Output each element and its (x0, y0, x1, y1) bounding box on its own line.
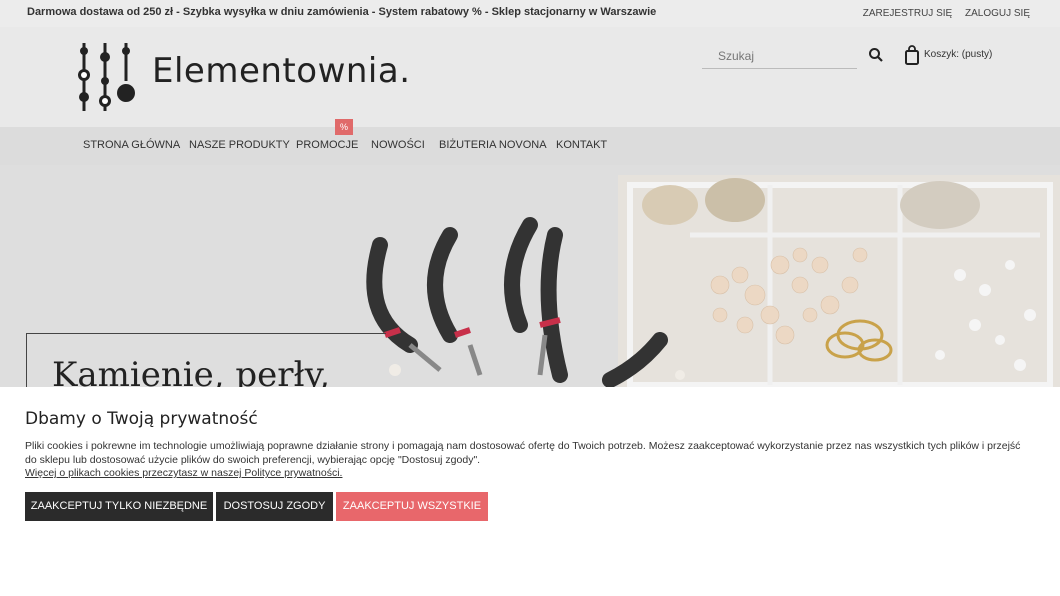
promo-badge: % (335, 119, 353, 135)
accept-all-button[interactable]: ZAAKCEPTUJ WSZYSTKIE (336, 492, 488, 521)
cookie-description: Pliki cookies i pokrewne im technologie … (25, 440, 1021, 466)
logo-beads-icon (78, 43, 135, 111)
nav-item-promotions[interactable]: PROMOCJE (296, 139, 358, 151)
promo-text: Darmowa dostawa od 250 zł - Szybka wysył… (27, 6, 657, 18)
hero-heading: Kamienie, perły, (52, 355, 331, 387)
logo-text: Elementownia. (152, 51, 411, 91)
search-box (702, 43, 887, 69)
shopping-bag-icon (905, 45, 919, 65)
nav-item-products[interactable]: NASZE PRODUKTY (189, 139, 290, 151)
cookie-consent-panel: Dbamy o Twoją prywatność Pliki cookies i… (0, 387, 1060, 596)
customize-consent-button[interactable]: DOSTOSUJ ZGODY (216, 492, 333, 521)
hero-banner[interactable]: Kamienie, perły, (0, 165, 1060, 387)
accept-necessary-button[interactable]: ZAAKCEPTUJ TYLKO NIEZBĘDNE (25, 492, 213, 521)
nav-item-novona[interactable]: BIŻUTERIA NOVONA (439, 139, 547, 151)
cookie-title: Dbamy o Twoją prywatność (25, 409, 258, 429)
nav-item-contact[interactable]: KONTAKT (556, 139, 607, 151)
search-icon[interactable] (868, 47, 884, 63)
search-input[interactable] (702, 43, 857, 69)
top-bar: Darmowa dostawa od 250 zł - Szybka wysył… (0, 0, 1060, 27)
account-links: ZAREJESTRUJ SIĘ ZALOGUJ SIĘ (853, 8, 1030, 19)
header: Elementownia. Koszyk: (pusty) (0, 27, 1060, 127)
logo[interactable]: Elementownia. (74, 41, 434, 115)
cart-label: Koszyk: (pusty) (924, 49, 993, 60)
nav-item-new[interactable]: NOWOŚCI (371, 139, 425, 151)
privacy-policy-link[interactable]: Więcej o plikach cookies przeczytasz w n… (25, 467, 342, 479)
main-nav: STRONA GŁÓWNA NASZE PRODUKTY PROMOCJE % … (0, 119, 1060, 165)
nav-item-home[interactable]: STRONA GŁÓWNA (83, 139, 180, 151)
login-link[interactable]: ZALOGUJ SIĘ (965, 8, 1030, 19)
register-link[interactable]: ZAREJESTRUJ SIĘ (863, 8, 952, 19)
